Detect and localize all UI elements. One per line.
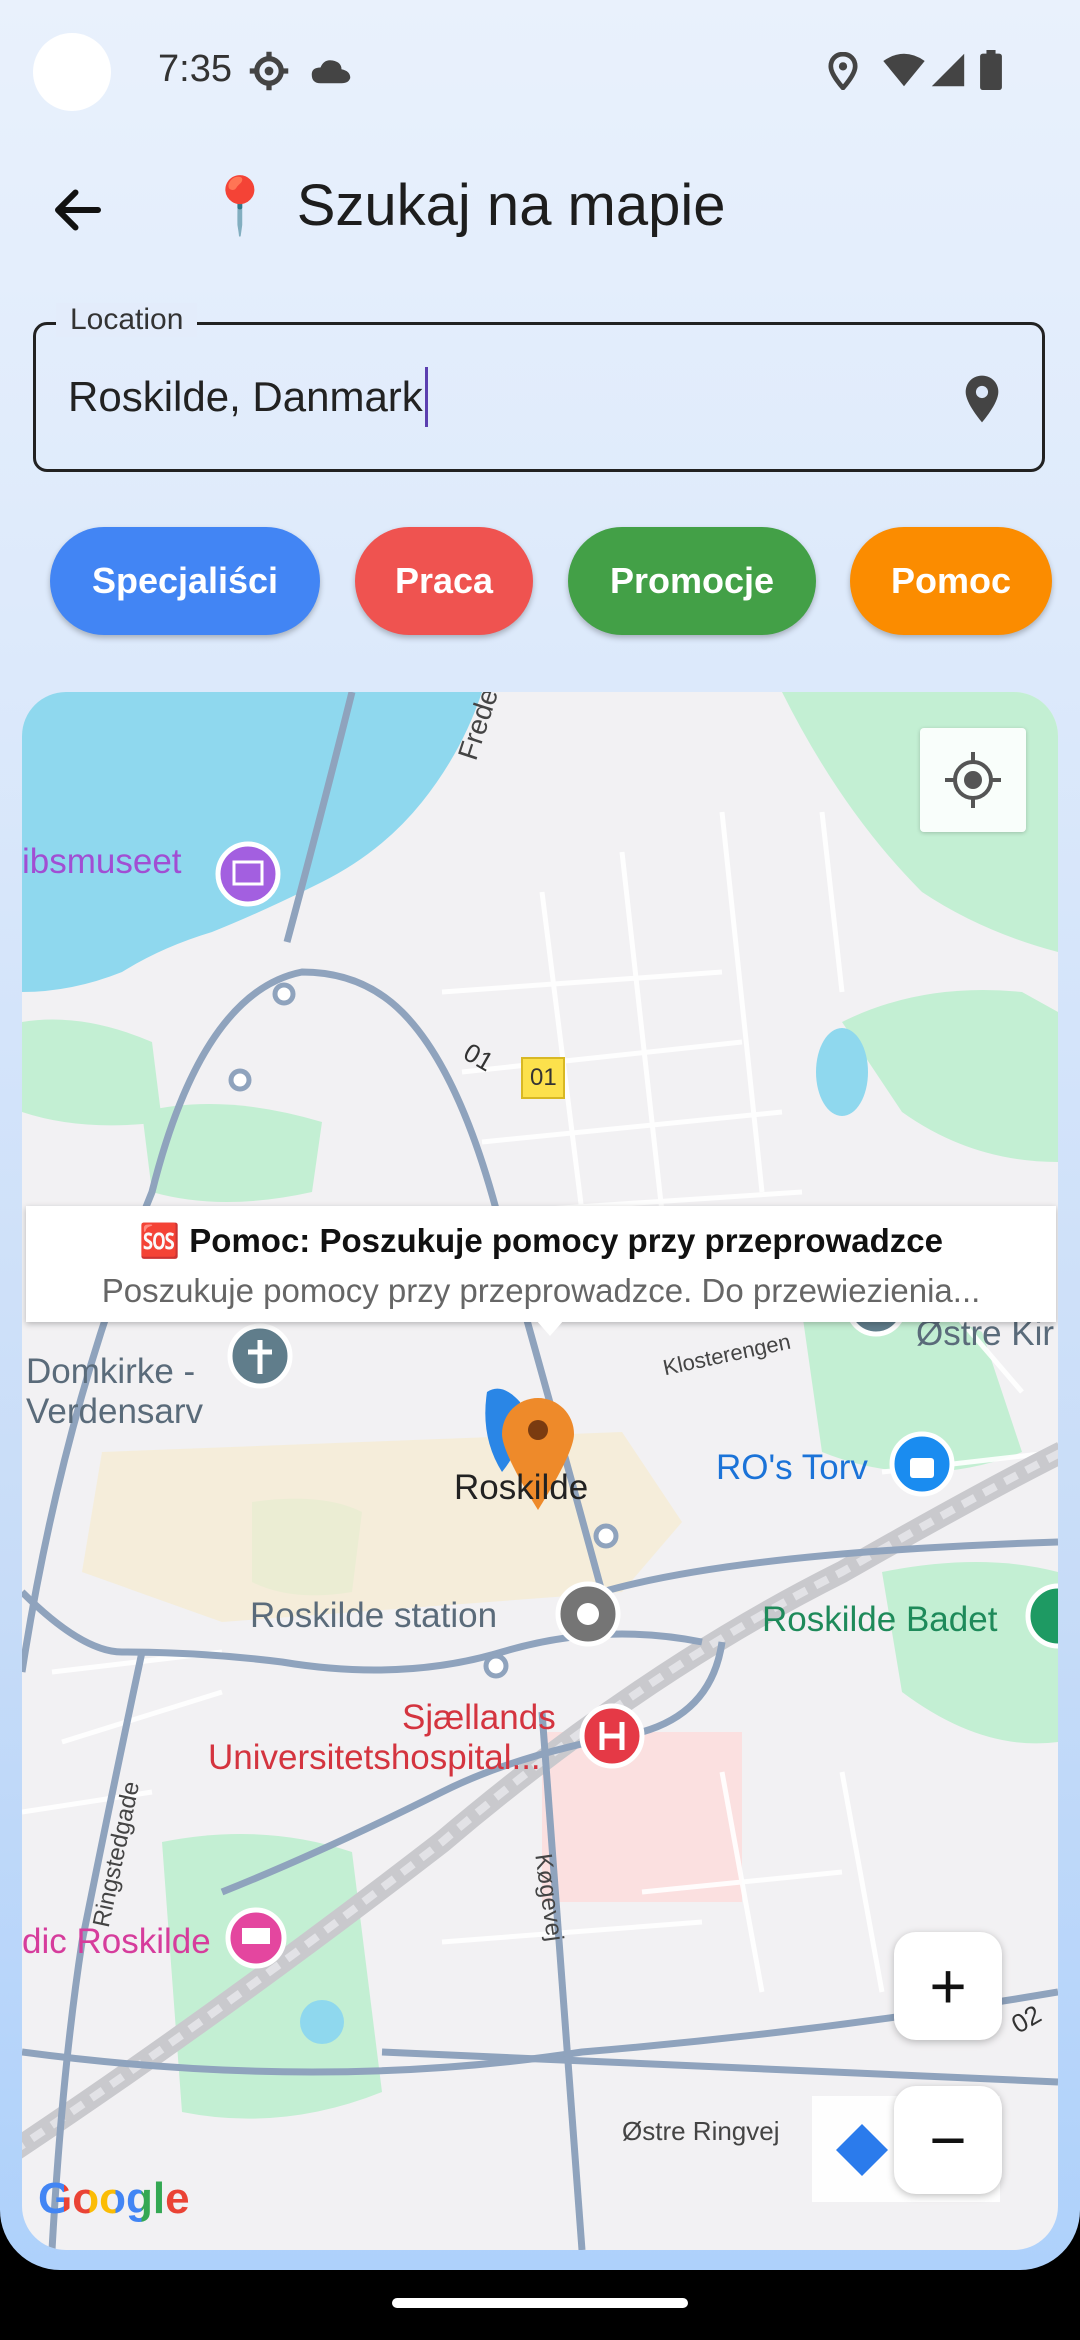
status-time: 7:35 bbox=[158, 48, 232, 90]
park-area bbox=[882, 1562, 1058, 1744]
chip-praca[interactable]: Praca bbox=[355, 527, 533, 635]
map-label-road-shield: 01 bbox=[530, 1064, 557, 1091]
text-caret bbox=[424, 367, 428, 427]
chip-specjalisci[interactable]: Specjaliści bbox=[50, 527, 320, 635]
gesture-nav-handle[interactable] bbox=[392, 2298, 688, 2308]
chip-promocje[interactable]: Promocje bbox=[568, 527, 816, 635]
map-label-city: Roskilde bbox=[454, 1468, 589, 1507]
status-bar: 7:35 bbox=[0, 0, 1080, 140]
my-location-button[interactable] bbox=[920, 728, 1026, 832]
chip-pomoc[interactable]: Pomoc bbox=[850, 527, 1052, 635]
location-input[interactable]: Roskilde, Danmark bbox=[68, 367, 428, 427]
location-field[interactable]: Location Roskilde, Danmark bbox=[33, 303, 1045, 472]
map-pin-icon[interactable] bbox=[954, 369, 1010, 429]
hospital-area bbox=[542, 1732, 742, 1902]
google-logo: Google bbox=[38, 2174, 190, 2223]
map-label-museum: ibsmuseet bbox=[22, 842, 182, 881]
park-area bbox=[142, 1104, 322, 1202]
page-title-text: Szukaj na mapie bbox=[296, 173, 726, 238]
app-screen: 7:35 📍 Szukaj na mapie Location Roskilde… bbox=[0, 0, 1080, 2270]
settings-icon bbox=[249, 51, 289, 91]
map-label-domkirke: Domkirke - bbox=[26, 1352, 196, 1391]
zoom-out-button[interactable]: − bbox=[894, 2086, 1002, 2194]
camera-cutout bbox=[33, 33, 111, 111]
map-label-station: Roskilde station bbox=[250, 1596, 498, 1635]
map-label-badet: Roskilde Badet bbox=[762, 1600, 998, 1639]
park-area bbox=[22, 1019, 162, 1126]
page-title: 📍 Szukaj na mapie bbox=[205, 172, 726, 239]
crosshair-icon bbox=[945, 752, 1001, 808]
location-field-label: Location bbox=[56, 303, 198, 337]
cloud-icon bbox=[311, 60, 351, 84]
signal-icon bbox=[931, 53, 965, 87]
map-label-street: Østre Ringvej bbox=[622, 2116, 780, 2146]
info-window-body: Poszukuje pomocy przy przeprowadzce. Do … bbox=[101, 1272, 981, 1309]
pond bbox=[300, 2000, 344, 2044]
map-label-shopping: RO's Torv bbox=[716, 1448, 868, 1487]
park-area bbox=[842, 990, 1058, 1162]
museum-icon bbox=[215, 841, 281, 907]
location-input-value: Roskilde, Danmark bbox=[68, 373, 423, 421]
battery-icon bbox=[980, 50, 1002, 90]
location-status-icon bbox=[828, 52, 858, 90]
back-arrow-icon[interactable] bbox=[48, 180, 108, 240]
pond bbox=[816, 1028, 868, 1116]
map-label-domkirke: Verdensarv bbox=[26, 1392, 204, 1431]
map-label-hotel: dic Roskilde bbox=[22, 1922, 211, 1961]
pin-emoji-icon: 📍 bbox=[205, 173, 275, 237]
zoom-in-button[interactable]: + bbox=[894, 1932, 1002, 2040]
info-window-pointer bbox=[536, 1320, 564, 1336]
info-window-title: 🆘 Pomoc: Poszukuje pomocy przy przeprowa… bbox=[139, 1222, 943, 1259]
wifi-icon bbox=[883, 53, 925, 87]
map-label-hospital: Sjællands bbox=[402, 1698, 556, 1737]
map-label-hospital: Universitetshospital... bbox=[208, 1738, 541, 1777]
map-view[interactable]: Frederiksborg ibsmuseet 01 01 Domkirke -… bbox=[22, 692, 1058, 2250]
marker-info-window[interactable]: 🆘 Pomoc: Poszukuje pomocy przy przeprowa… bbox=[26, 1206, 1056, 1336]
